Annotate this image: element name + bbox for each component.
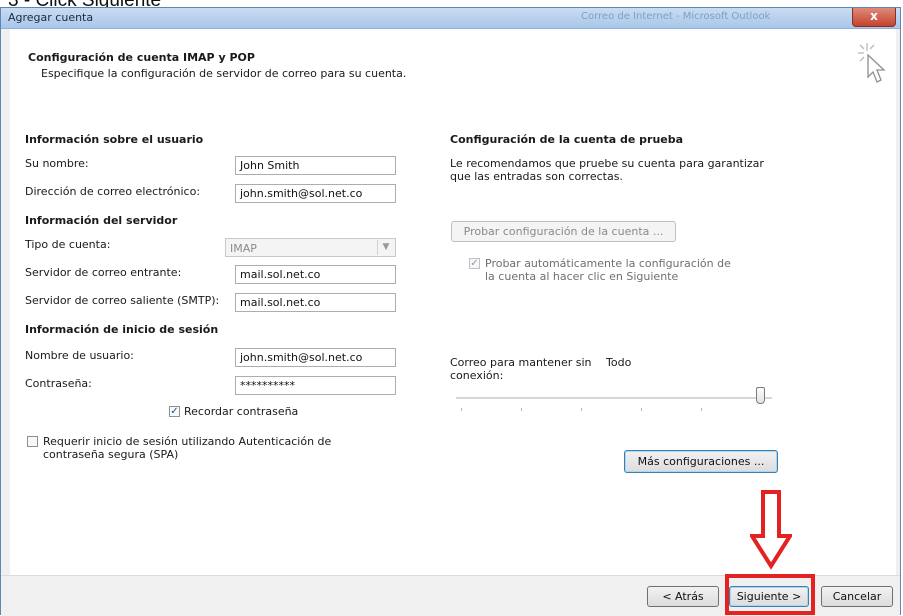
back-button[interactable]: < Atrás — [647, 586, 719, 607]
slider-tick — [641, 408, 642, 411]
auto-test-label-line1: Probar automáticamente la configuración … — [485, 257, 731, 270]
password-field[interactable]: ********** — [235, 376, 396, 395]
spa-checkbox[interactable] — [27, 436, 38, 447]
slider-tick — [521, 408, 522, 411]
click-cursor-icon — [858, 43, 886, 83]
test-account-button[interactable]: Probar configuración de la cuenta ... — [451, 221, 676, 242]
window-title: Agregar cuenta — [8, 11, 94, 24]
account-type-value: IMAP — [230, 242, 257, 255]
background-window-title: Correo de Internet - Microsoft Outlook — [581, 11, 771, 22]
name-field[interactable]: John Smith — [235, 156, 396, 175]
header-title: Configuración de cuenta IMAP y POP — [28, 51, 255, 64]
annotation-highlight-box — [725, 574, 815, 615]
password-label: Contraseña: — [25, 377, 92, 390]
account-type-select: IMAP ▼ — [225, 238, 396, 257]
dialog-header: Configuración de cuenta IMAP y POP Espec… — [10, 29, 896, 105]
header-subtitle: Especifique la configuración de servidor… — [41, 67, 407, 80]
title-bar: Agregar cuenta Correo de Internet - Micr… — [1, 8, 900, 29]
outgoing-server-label: Servidor de correo saliente (SMTP): — [25, 294, 220, 307]
test-description-line1: Le recomendamos que pruebe su cuenta par… — [450, 157, 764, 170]
email-label: Dirección de correo electrónico: — [25, 185, 201, 198]
spa-label-line1: Requerir inicio de sesión utilizando Aut… — [43, 435, 332, 448]
close-icon: x — [870, 9, 878, 23]
incoming-server-field[interactable]: mail.sol.net.co — [235, 265, 396, 284]
offline-mail-slider-track[interactable] — [456, 397, 772, 400]
test-description-line2: que las entradas son correctas. — [450, 170, 623, 183]
incoming-server-label: Servidor de correo entrante: — [25, 266, 182, 279]
annotation-arrow-down-icon — [750, 490, 792, 570]
email-field[interactable]: john.smith@sol.net.co — [235, 184, 396, 203]
slider-tick — [581, 408, 582, 411]
username-field[interactable]: john.smith@sol.net.co — [235, 348, 396, 367]
slider-tick — [701, 408, 702, 411]
slider-tick — [461, 408, 462, 411]
remember-password-label: Recordar contraseña — [184, 405, 299, 418]
test-settings-heading: Configuración de la cuenta de prueba — [450, 133, 684, 146]
username-label: Nombre de usuario: — [25, 349, 134, 362]
auto-test-checkbox[interactable]: ✓ — [469, 258, 480, 269]
logon-info-heading: Información de inicio de sesión — [25, 323, 219, 336]
offline-mail-slider-thumb[interactable] — [756, 387, 765, 404]
close-button[interactable]: x — [852, 8, 896, 27]
offline-mail-label-line2: conexión: — [450, 369, 504, 382]
outgoing-server-field[interactable]: mail.sol.net.co — [235, 293, 396, 312]
name-label: Su nombre: — [25, 157, 89, 170]
spa-label-line2: contraseña segura (SPA) — [43, 448, 179, 461]
server-info-heading: Información del servidor — [25, 214, 178, 227]
cancel-button[interactable]: Cancelar — [821, 586, 893, 607]
offline-mail-label-line1: Correo para mantener sin — [450, 356, 592, 369]
offline-mail-value: Todo — [606, 356, 632, 369]
more-settings-button[interactable]: Más configuraciones ... — [624, 450, 778, 473]
auto-test-label-line2: la cuenta al hacer clic en Siguiente — [485, 270, 679, 283]
remember-password-checkbox[interactable]: ✓ — [169, 406, 180, 417]
chevron-down-icon: ▼ — [377, 240, 394, 255]
user-info-heading: Información sobre el usuario — [25, 133, 204, 146]
account-type-label: Tipo de cuenta: — [25, 238, 111, 251]
